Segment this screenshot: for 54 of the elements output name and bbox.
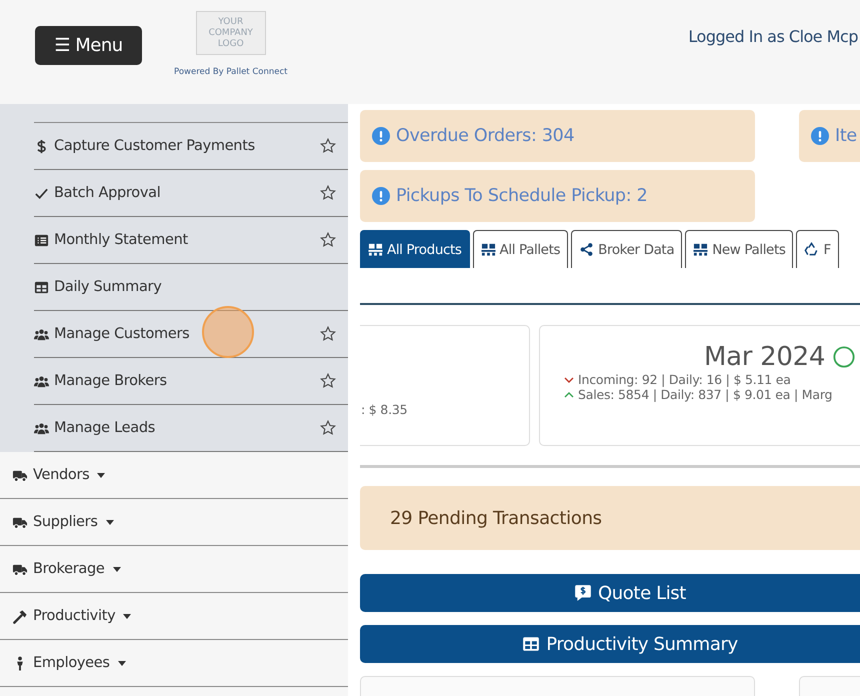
- speech-bubble-dollar-icon: [574, 584, 592, 602]
- hammer-icon: [11, 608, 29, 624]
- menu-button[interactable]: ☰ Menu: [35, 26, 142, 65]
- exclamation-circle-icon: [811, 127, 829, 145]
- tab[interactable]: New Pallets: [685, 230, 794, 268]
- tab[interactable]: All Pallets: [472, 230, 568, 268]
- sidebar-menu-item[interactable]: Suppliers: [0, 499, 348, 546]
- caret-icon: [112, 566, 121, 572]
- share-icon: [579, 242, 594, 257]
- tab[interactable]: Broker Data: [571, 230, 682, 268]
- caret-icon: [123, 614, 132, 618]
- tab[interactable]: All Products: [360, 230, 470, 268]
- circle-icon: [833, 346, 856, 368]
- sidebar-menu-item[interactable]: Employees: [0, 640, 348, 687]
- submenu-item[interactable]: Batch Approval: [34, 170, 348, 217]
- pallet-icon: [480, 242, 496, 257]
- submenu-item[interactable]: Manage Customers: [34, 311, 348, 358]
- table-icon: [522, 635, 540, 653]
- users-icon: [34, 326, 49, 342]
- submenu-item[interactable]: Manage Brokers: [34, 358, 348, 405]
- submenu-item[interactable]: Manage Leads: [34, 405, 348, 452]
- exclamation-circle-icon: [372, 127, 390, 145]
- incoming-stats: Incoming: 92 | Daily: 16 | $ 5.11 ea: [578, 372, 791, 387]
- sidebar-menu-item[interactable]: Vendors: [0, 452, 348, 499]
- recycle-icon: [804, 242, 820, 257]
- table-icon: [34, 280, 49, 294]
- submenu-item[interactable]: Daily Summary: [34, 264, 348, 311]
- click-indicator: [202, 306, 254, 358]
- caret-icon: [118, 660, 126, 666]
- users-icon: [34, 374, 49, 388]
- exclamation-circle-icon: [372, 187, 390, 205]
- pallet-icon: [693, 242, 708, 257]
- pending-transactions-text: 29 Pending Transactions: [390, 508, 602, 528]
- pallet-icon: [368, 242, 383, 257]
- submenu-item[interactable]: Monthly Statement: [34, 217, 348, 264]
- month-title: Mar 2024: [704, 342, 826, 372]
- logged-in-text: Logged In as Cloe Mcp: [688, 27, 858, 46]
- powered-by-text: Powered By Pallet Connect: [174, 67, 288, 77]
- users-icon: [34, 420, 49, 436]
- tab[interactable]: F: [796, 230, 839, 268]
- submenu-item[interactable]: Capture Customer Payments: [34, 123, 348, 170]
- chevron-down-icon: [564, 376, 574, 382]
- list-icon: [34, 232, 49, 248]
- action-button[interactable]: Quote List: [360, 574, 860, 612]
- caret-icon: [97, 472, 106, 478]
- company-logo: YOUR COMPANY LOGO: [196, 11, 266, 55]
- sidebar-menu-item[interactable]: Brokerage: [0, 546, 348, 593]
- caret-icon: [106, 520, 114, 524]
- action-button[interactable]: Productivity Summary: [360, 625, 860, 663]
- sidebar-menu-item[interactable]: Productivity: [0, 593, 348, 640]
- pending-transactions-alert[interactable]: 29 Pending Transactions: [360, 486, 860, 550]
- chevron-up-icon: [564, 392, 574, 398]
- sales-stats: Sales: 5854 | Daily: 837 | $ 9.01 ea | Marg: [578, 387, 832, 402]
- card-stat: : $ 8.35: [361, 402, 408, 417]
